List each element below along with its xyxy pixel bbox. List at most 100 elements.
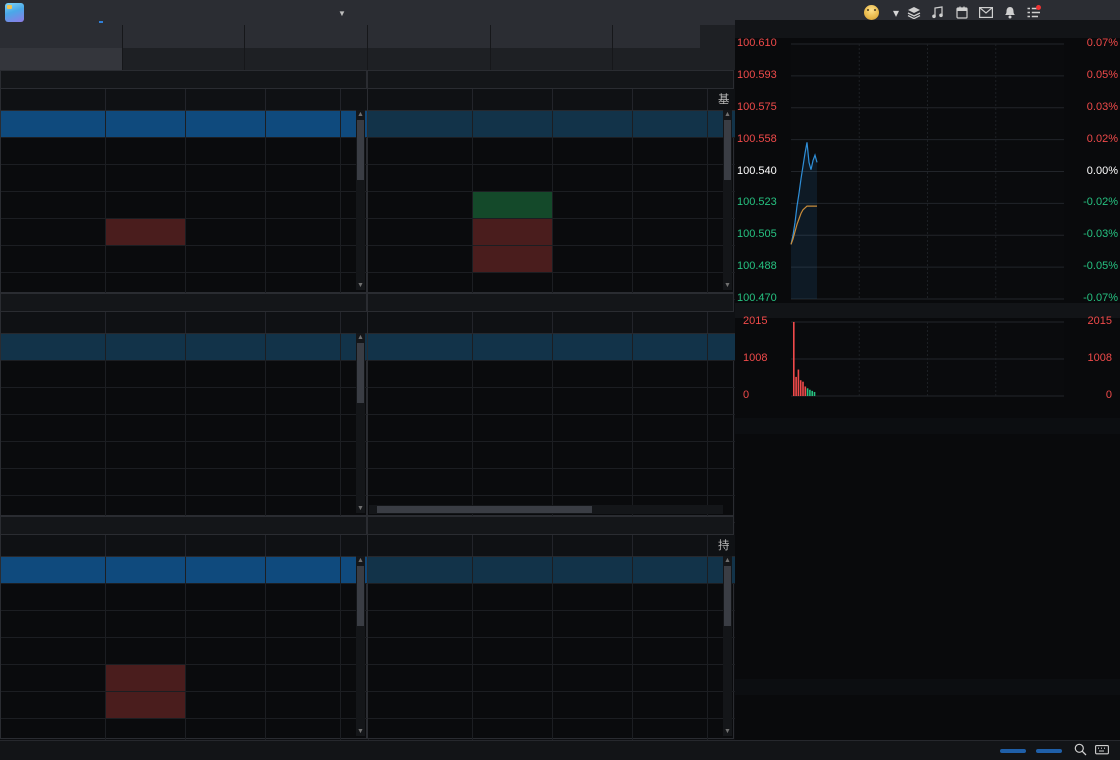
table-row[interactable] xyxy=(1,360,369,388)
table-row[interactable] xyxy=(368,110,736,138)
menu-item-0[interactable] xyxy=(36,0,62,25)
scroll-thumb[interactable] xyxy=(357,343,364,403)
search-icon[interactable] xyxy=(1074,743,1087,759)
column-header-0[interactable] xyxy=(1,535,106,557)
daily-kline-chart[interactable] xyxy=(735,434,1120,679)
exchange-tab-top-2[interactable] xyxy=(245,25,368,48)
table-row[interactable] xyxy=(1,164,369,192)
table-row[interactable] xyxy=(1,441,369,469)
scroll-down-icon[interactable]: ▼ xyxy=(356,727,365,736)
menu-item-11[interactable]: ▼ xyxy=(322,0,359,25)
table-row[interactable] xyxy=(1,691,369,719)
panel-scrollbar-vertical[interactable]: ▲ ▼ xyxy=(356,110,365,290)
table-row[interactable] xyxy=(368,468,736,496)
expand-tabs-button[interactable] xyxy=(700,25,735,70)
scroll-down-icon[interactable]: ▼ xyxy=(356,281,365,290)
table-row[interactable] xyxy=(368,691,736,719)
table-row[interactable] xyxy=(368,387,736,415)
menu-item-10[interactable] xyxy=(296,0,322,25)
table-row[interactable] xyxy=(1,245,369,273)
column-header-0[interactable] xyxy=(1,312,106,334)
table-row[interactable] xyxy=(1,191,369,219)
column-header-2[interactable] xyxy=(185,312,266,334)
menu-item-6[interactable] xyxy=(192,0,218,25)
minute-volume-chart[interactable]: 2015 2015 1008 1008 0 0 xyxy=(735,315,1120,418)
exchange-tab-bottom-3[interactable] xyxy=(368,47,490,70)
table-row[interactable] xyxy=(368,583,736,611)
column-header-1[interactable] xyxy=(472,89,553,111)
column-header-3[interactable] xyxy=(265,89,341,111)
panel-scrollbar-vertical[interactable]: ▲ ▼ xyxy=(356,556,365,736)
scroll-thumb[interactable] xyxy=(377,506,592,513)
column-header-2[interactable] xyxy=(185,535,266,557)
column-header-3[interactable] xyxy=(632,535,708,557)
exchange-tab-top-4[interactable] xyxy=(490,25,613,48)
table-row[interactable] xyxy=(368,441,736,469)
exchange-tab-top-0[interactable] xyxy=(0,25,122,48)
table-row[interactable] xyxy=(368,414,736,442)
column-header-1[interactable] xyxy=(105,89,186,111)
column-header-4[interactable]: 持 xyxy=(707,535,736,557)
column-header-1[interactable] xyxy=(105,312,186,334)
menu-item-8[interactable] xyxy=(244,0,270,25)
table-row[interactable] xyxy=(1,556,369,584)
table-row[interactable] xyxy=(368,664,736,692)
futures-account-button[interactable] xyxy=(1000,748,1026,753)
menu-item-1[interactable] xyxy=(62,0,88,25)
menu-item-2[interactable] xyxy=(88,0,114,25)
scroll-up-icon[interactable]: ▲ xyxy=(356,333,365,342)
table-row[interactable] xyxy=(1,387,369,415)
column-header-3[interactable] xyxy=(632,89,708,111)
table-row[interactable] xyxy=(368,333,736,361)
exchange-tab-bottom-1[interactable] xyxy=(122,47,245,70)
scroll-up-icon[interactable]: ▲ xyxy=(356,110,365,119)
table-row[interactable] xyxy=(1,333,369,361)
table-row[interactable] xyxy=(368,637,736,665)
panel-scrollbar-vertical[interactable]: ▲ ▼ xyxy=(356,333,365,513)
menu-item-4[interactable] xyxy=(140,0,166,25)
scroll-down-icon[interactable]: ▼ xyxy=(356,504,365,513)
column-header-2[interactable] xyxy=(552,535,633,557)
avatar[interactable] xyxy=(864,5,879,20)
column-header-0[interactable] xyxy=(368,535,473,557)
column-header-3[interactable] xyxy=(265,535,341,557)
scroll-up-icon[interactable]: ▲ xyxy=(723,110,732,119)
table-row[interactable] xyxy=(368,556,736,584)
minute-price-chart[interactable]: 100.610 0.07% 100.593 0.05% 100.575 0.03% 100.… xyxy=(735,37,1120,304)
column-header-4[interactable] xyxy=(707,312,736,334)
column-header-4[interactable]: 基 xyxy=(707,89,736,111)
menu-item-5[interactable] xyxy=(166,0,192,25)
table-row[interactable] xyxy=(1,610,369,638)
scroll-up-icon[interactable]: ▲ xyxy=(356,556,365,565)
column-header-4[interactable] xyxy=(340,312,369,334)
table-row[interactable] xyxy=(1,414,369,442)
stock-account-button[interactable] xyxy=(1036,748,1062,753)
column-header-1[interactable] xyxy=(472,535,553,557)
table-row[interactable] xyxy=(368,245,736,273)
table-row[interactable] xyxy=(368,610,736,638)
table-row[interactable] xyxy=(368,164,736,192)
table-row[interactable] xyxy=(368,218,736,246)
scroll-down-icon[interactable]: ▼ xyxy=(723,281,732,290)
scroll-down-icon[interactable]: ▼ xyxy=(723,727,732,736)
column-header-1[interactable] xyxy=(472,312,553,334)
scroll-thumb[interactable] xyxy=(724,566,731,626)
table-row[interactable] xyxy=(1,137,369,165)
table-row[interactable] xyxy=(368,191,736,219)
exchange-tab-bottom-4[interactable] xyxy=(490,47,613,70)
table-row[interactable] xyxy=(1,110,369,138)
column-header-0[interactable] xyxy=(368,312,473,334)
column-header-4[interactable] xyxy=(340,89,369,111)
column-header-4[interactable] xyxy=(340,535,369,557)
column-header-2[interactable] xyxy=(552,312,633,334)
table-row[interactable] xyxy=(1,664,369,692)
menu-item-3[interactable] xyxy=(114,0,140,25)
exchange-tab-bottom-0[interactable] xyxy=(0,47,122,70)
exchange-tab-top-1[interactable] xyxy=(122,25,245,48)
table-row[interactable] xyxy=(1,637,369,665)
scroll-thumb[interactable] xyxy=(357,120,364,180)
keyboard-icon[interactable] xyxy=(1095,744,1109,758)
column-header-2[interactable] xyxy=(552,89,633,111)
table-row[interactable] xyxy=(1,583,369,611)
table-row[interactable] xyxy=(368,360,736,388)
